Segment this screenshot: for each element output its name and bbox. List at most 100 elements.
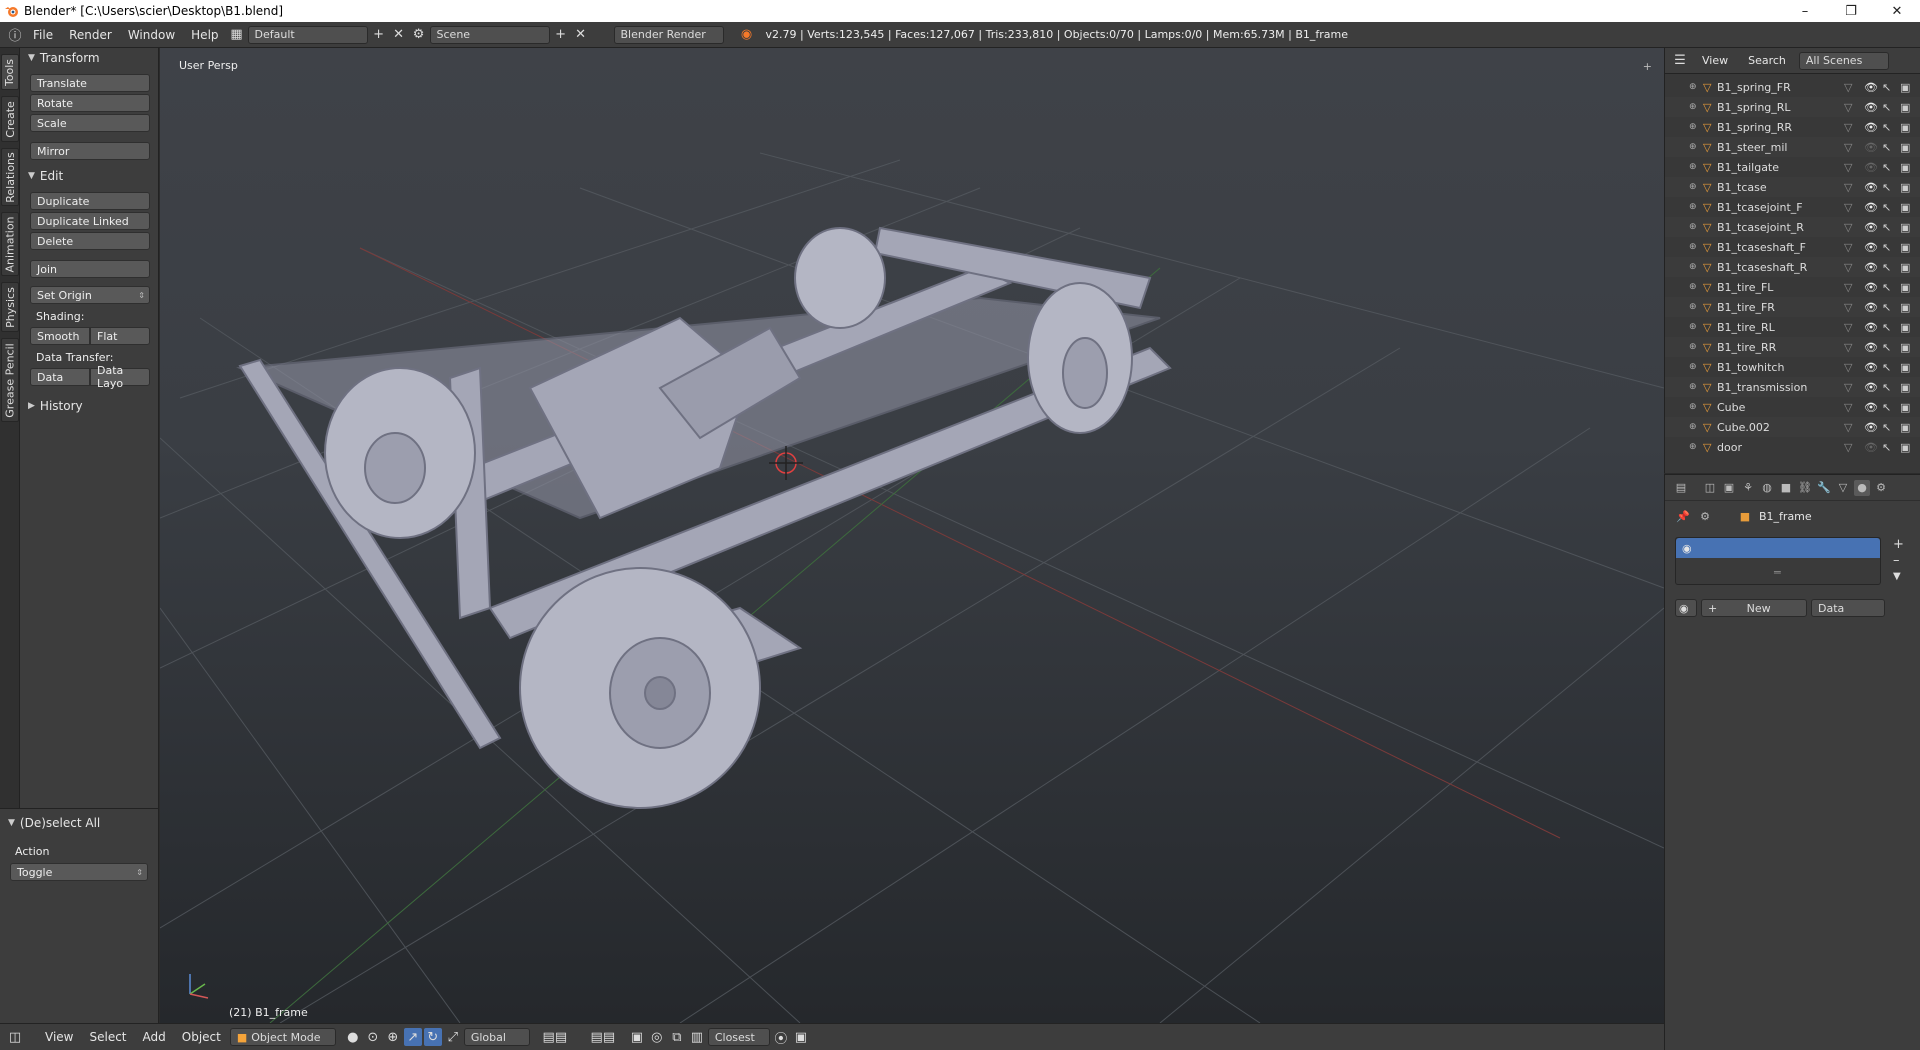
outliner-item-name[interactable]: B1_tire_FL bbox=[1717, 281, 1844, 294]
data-tab-icon[interactable]: ▽ bbox=[1835, 480, 1851, 496]
outliner-item-name[interactable]: B1_tcasejoint_R bbox=[1717, 221, 1844, 234]
edit-panel-header[interactable]: ▼ Edit bbox=[20, 166, 158, 186]
object-tab-icon[interactable]: ■ bbox=[1778, 480, 1794, 496]
outliner-row[interactable]: ⊕ ▽ B1_tire_FR ▽ 👁 ↖ ▣ bbox=[1665, 297, 1920, 317]
view-region-toggle-icon[interactable]: + bbox=[1643, 60, 1652, 73]
maximize-button[interactable]: ❐ bbox=[1828, 0, 1874, 22]
constraints-tab-icon[interactable]: ⛓ bbox=[1797, 480, 1813, 496]
scale-button[interactable]: Scale bbox=[30, 114, 150, 132]
selectability-cursor-icon[interactable]: ↖ bbox=[1882, 221, 1900, 234]
snap-target-dropdown[interactable]: Closest bbox=[707, 1028, 770, 1046]
remove-scene-icon[interactable]: ✕ bbox=[572, 26, 590, 44]
tab-tools[interactable]: Tools bbox=[1, 54, 19, 90]
scene-icon[interactable]: ⚙ bbox=[410, 26, 428, 44]
material-slot-selected[interactable]: ◉ bbox=[1676, 538, 1880, 558]
material-tab-icon[interactable]: ● bbox=[1854, 479, 1870, 496]
selectability-cursor-icon[interactable]: ↖ bbox=[1882, 361, 1900, 374]
selectability-cursor-icon[interactable]: ↖ bbox=[1882, 301, 1900, 314]
tab-animation[interactable]: Animation bbox=[1, 212, 19, 276]
visibility-eye-icon[interactable]: 👁 bbox=[1864, 121, 1882, 134]
outliner-item-name[interactable]: B1_tire_FR bbox=[1717, 301, 1844, 314]
visibility-eye-icon[interactable]: 👁 bbox=[1864, 401, 1882, 414]
renderability-camera-icon[interactable]: ▣ bbox=[1900, 281, 1920, 294]
data-layout-button[interactable]: Data Layo bbox=[90, 364, 150, 390]
outliner-row[interactable]: ⊕ ▽ B1_steer_mil ▽ 👁 ↖ ▣ bbox=[1665, 137, 1920, 157]
expand-toggle-icon[interactable]: ⊕ bbox=[1689, 142, 1703, 152]
expand-toggle-icon[interactable]: ⊕ bbox=[1689, 222, 1703, 232]
proportional-edit-icon[interactable]: ◎ bbox=[648, 1028, 666, 1046]
visibility-eye-icon[interactable]: 👁 bbox=[1864, 301, 1882, 314]
menu-add[interactable]: Add bbox=[136, 1027, 173, 1047]
renderability-camera-icon[interactable]: ▣ bbox=[1900, 321, 1920, 334]
render-layers-tab-icon[interactable]: ▣ bbox=[1721, 480, 1737, 496]
selectability-cursor-icon[interactable]: ↖ bbox=[1882, 121, 1900, 134]
editor-type-icon[interactable]: ◫ bbox=[6, 1028, 24, 1046]
expand-toggle-icon[interactable]: ⊕ bbox=[1689, 162, 1703, 172]
expand-toggle-icon[interactable]: ⊕ bbox=[1689, 422, 1703, 432]
scene-field[interactable]: Scene bbox=[429, 25, 550, 44]
tab-physics[interactable]: Physics bbox=[1, 282, 19, 332]
outliner-row[interactable]: ⊕ ▽ B1_spring_RR ▽ 👁 ↖ ▣ bbox=[1665, 117, 1920, 137]
selectability-cursor-icon[interactable]: ↖ bbox=[1882, 161, 1900, 174]
visibility-eye-icon[interactable]: 👁 bbox=[1864, 361, 1882, 374]
visibility-eye-icon[interactable]: 👁 bbox=[1864, 161, 1882, 174]
selectability-cursor-icon[interactable]: ↖ bbox=[1882, 341, 1900, 354]
smooth-button[interactable]: Smooth bbox=[30, 327, 90, 345]
visibility-eye-icon[interactable]: 👁 bbox=[1864, 421, 1882, 434]
renderability-camera-icon[interactable]: ▣ bbox=[1900, 241, 1920, 254]
outliner-editor-icon[interactable]: ☰ bbox=[1671, 52, 1689, 70]
properties-editor-icon[interactable]: ▤ bbox=[1673, 480, 1689, 496]
resize-handle-icon[interactable]: ═ bbox=[1774, 566, 1781, 579]
selectability-cursor-icon[interactable]: ↖ bbox=[1882, 441, 1900, 454]
physics-tab-icon[interactable]: ⚙ bbox=[1873, 480, 1889, 496]
expand-toggle-icon[interactable]: ⊕ bbox=[1689, 322, 1703, 332]
world-tab-icon[interactable]: ◍ bbox=[1759, 480, 1775, 496]
snap-toggle-icon[interactable]: ⧉ bbox=[668, 1028, 686, 1046]
menu-help[interactable]: Help bbox=[184, 25, 225, 45]
renderability-camera-icon[interactable]: ▣ bbox=[1900, 261, 1920, 274]
outliner-row[interactable]: ⊕ ▽ Cube ▽ 👁 ↖ ▣ bbox=[1665, 397, 1920, 417]
selectability-cursor-icon[interactable]: ↖ bbox=[1882, 141, 1900, 154]
mirror-button[interactable]: Mirror bbox=[30, 142, 150, 160]
renderability-camera-icon[interactable]: ▣ bbox=[1900, 421, 1920, 434]
selectability-cursor-icon[interactable]: ↖ bbox=[1882, 261, 1900, 274]
scale-manipulator-icon[interactable]: ⤢ bbox=[444, 1028, 462, 1046]
renderability-camera-icon[interactable]: ▣ bbox=[1900, 81, 1920, 94]
selectability-cursor-icon[interactable]: ↖ bbox=[1882, 201, 1900, 214]
menu-window[interactable]: Window bbox=[121, 25, 182, 45]
duplicate-button[interactable]: Duplicate bbox=[30, 192, 150, 210]
menu-object[interactable]: Object bbox=[175, 1027, 228, 1047]
delete-button[interactable]: Delete bbox=[30, 232, 150, 250]
outliner-item-name[interactable]: B1_transmission bbox=[1717, 381, 1844, 394]
renderability-camera-icon[interactable]: ▣ bbox=[1900, 441, 1920, 454]
set-origin-dropdown[interactable]: Set Origin ⇕ bbox=[30, 286, 150, 304]
expand-toggle-icon[interactable]: ⊕ bbox=[1689, 362, 1703, 372]
visibility-eye-icon[interactable]: 👁 bbox=[1864, 181, 1882, 194]
outliner-item-name[interactable]: B1_towhitch bbox=[1717, 361, 1844, 374]
outliner-row[interactable]: ⊕ ▽ B1_tcase ▽ 👁 ↖ ▣ bbox=[1665, 177, 1920, 197]
outliner-row[interactable]: ⊕ ▽ B1_tcaseshaft_R ▽ 👁 ↖ ▣ bbox=[1665, 257, 1920, 277]
selectability-cursor-icon[interactable]: ↖ bbox=[1882, 101, 1900, 114]
pivot-point-icon[interactable]: ⊙ bbox=[364, 1028, 382, 1046]
outliner-row[interactable]: ⊕ ▽ B1_tailgate ▽ 👁 ↖ ▣ bbox=[1665, 157, 1920, 177]
visibility-eye-icon[interactable]: 👁 bbox=[1864, 101, 1882, 114]
layers-grid-2-icon[interactable]: ▤▤ bbox=[580, 1028, 626, 1046]
operator-panel-header[interactable]: ▼ (De)select All bbox=[0, 813, 158, 833]
outliner-item-name[interactable]: B1_tcaseshaft_R bbox=[1717, 261, 1844, 274]
renderability-camera-icon[interactable]: ▣ bbox=[1900, 161, 1920, 174]
visibility-eye-icon[interactable]: 👁 bbox=[1864, 261, 1882, 274]
duplicate-linked-button[interactable]: Duplicate Linked bbox=[30, 212, 150, 230]
orientation-dropdown[interactable]: Global bbox=[463, 1028, 530, 1046]
mode-dropdown[interactable]: ■ Object Mode bbox=[229, 1028, 336, 1046]
3d-viewport[interactable]: User Persp (21) B1_frame + bbox=[160, 48, 1664, 1023]
add-slot-icon[interactable]: + bbox=[1893, 537, 1904, 552]
expand-toggle-icon[interactable]: ⊕ bbox=[1689, 202, 1703, 212]
outliner-item-name[interactable]: B1_tire_RL bbox=[1717, 321, 1844, 334]
outliner-item-name[interactable]: B1_tcaseshaft_F bbox=[1717, 241, 1844, 254]
translate-manipulator-icon[interactable]: ↗ bbox=[403, 1028, 422, 1046]
history-panel-header[interactable]: ▶ History bbox=[20, 396, 158, 416]
outliner-row[interactable]: ⊕ ▽ B1_towhitch ▽ 👁 ↖ ▣ bbox=[1665, 357, 1920, 377]
screen-layout-icon[interactable]: ▦ bbox=[228, 26, 246, 44]
close-button[interactable]: ✕ bbox=[1874, 0, 1920, 22]
selectability-cursor-icon[interactable]: ↖ bbox=[1882, 421, 1900, 434]
